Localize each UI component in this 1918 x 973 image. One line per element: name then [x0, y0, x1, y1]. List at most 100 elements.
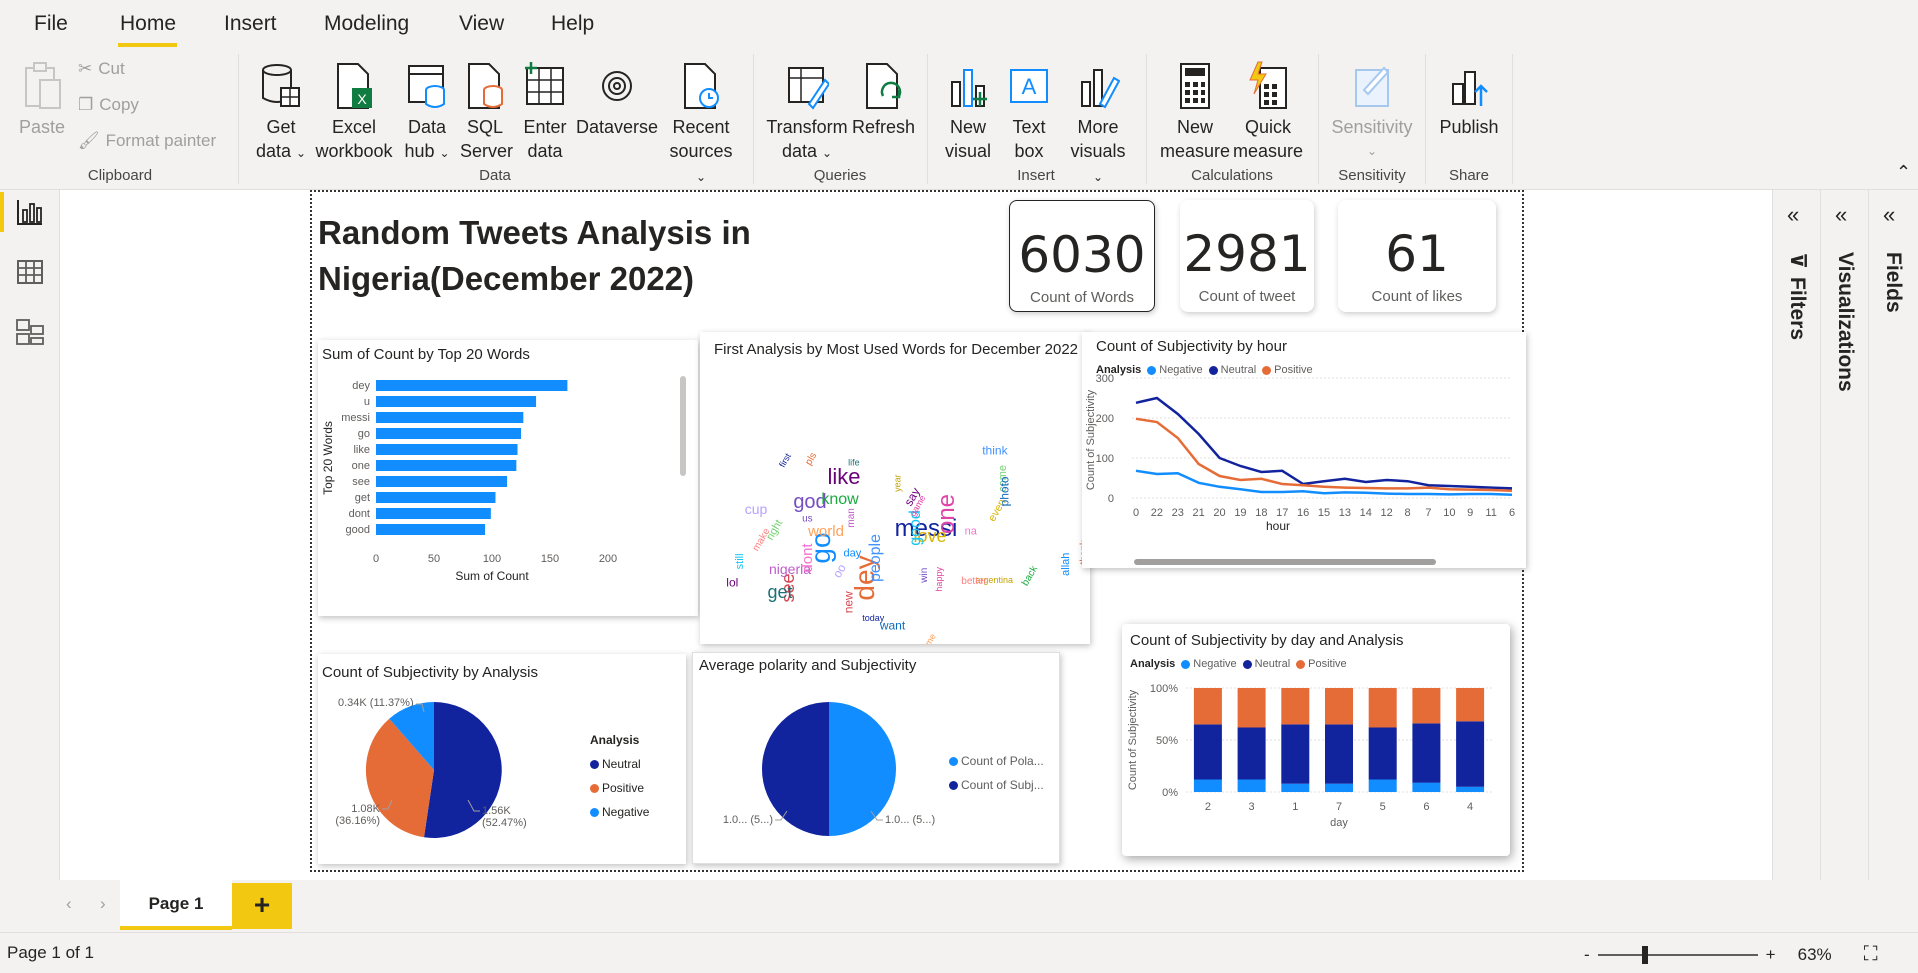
data-hub-icon	[408, 65, 445, 108]
format-painter-button[interactable]: 🖌 Format painter	[78, 131, 216, 151]
stacked-bar-segment-positive	[1456, 688, 1485, 722]
zoom-level: 63%	[1797, 944, 1832, 964]
menu-view[interactable]: View	[459, 12, 504, 36]
filters-pane[interactable]: « ⊽ Filters	[1772, 190, 1820, 880]
menu-home[interactable]: Home	[120, 12, 176, 36]
zoom-out-icon[interactable]: -	[1584, 945, 1590, 965]
quick-measure-button[interactable]: Quick measure	[1232, 60, 1304, 163]
add-page-button[interactable]: +	[232, 883, 292, 929]
sensitivity-icon	[1355, 66, 1390, 107]
publish-button[interactable]: Publish	[1436, 60, 1502, 139]
fields-label: Fields	[1882, 252, 1905, 313]
refresh-icon	[866, 63, 902, 109]
stacked-bar-segment-positive	[1281, 688, 1310, 725]
menu-modeling[interactable]: Modeling	[324, 12, 409, 36]
bar	[376, 396, 537, 407]
word-cloud-word: win	[919, 568, 930, 584]
stacked-bar-segment-negative	[1237, 779, 1266, 792]
subjectivity-by-analysis-pie[interactable]: Count of Subjectivity by Analysis 1.56K(…	[318, 654, 686, 864]
new-visual-button[interactable]: New visual	[940, 60, 996, 163]
get-data-button[interactable]: Get data ⌄	[254, 60, 308, 165]
model-view-icon[interactable]	[14, 316, 46, 348]
chart-scrollbar[interactable]	[1134, 559, 1436, 565]
card-count-likes[interactable]: 61 Count of likes	[1338, 200, 1496, 312]
sensitivity-button[interactable]: Sensitivity ⌄	[1330, 60, 1414, 163]
new-measure-label: New	[1176, 117, 1213, 137]
menu-file[interactable]: File	[34, 12, 68, 36]
tab-page-1[interactable]: Page 1	[120, 880, 232, 930]
excel-workbook-button[interactable]: X Excel workbook	[313, 60, 395, 163]
refresh-button[interactable]: Refresh	[852, 60, 915, 139]
report-page: Random Tweets Analysis in Nigeria(Decemb…	[310, 190, 1526, 872]
menu-help[interactable]: Help	[551, 12, 594, 36]
card-value: 6030	[1018, 226, 1146, 284]
card-label: Count of tweet	[1198, 288, 1296, 305]
collapse-ribbon-icon[interactable]: ⌃	[1896, 162, 1911, 183]
enter-data-button[interactable]: Enter data	[518, 60, 572, 163]
calculations-group-label: Calculations	[1191, 167, 1273, 184]
word-cloud-word: think	[982, 444, 1008, 458]
more-visuals-label: More	[1077, 117, 1119, 137]
data-hub-button[interactable]: Data hub ⌄	[400, 60, 454, 165]
legend-negative[interactable]: Negative	[590, 800, 649, 824]
bar	[376, 492, 496, 503]
transform-data-button[interactable]: Transform data ⌄	[766, 60, 848, 165]
word-cloud-svg: messideygolikeonegodloveseegetknowgoodpe…	[726, 444, 1090, 645]
transform-icon	[788, 67, 829, 110]
bar	[376, 524, 486, 535]
word-cloud-word: pls	[803, 451, 819, 468]
prev-page-icon[interactable]: ‹	[66, 894, 72, 914]
dataverse-button[interactable]: Dataverse	[576, 60, 658, 139]
cut-button[interactable]: ✂ Cut	[78, 59, 125, 79]
chart-scrollbar[interactable]	[680, 376, 686, 476]
bar-category-label: dey	[352, 380, 370, 392]
data-hub-label-2: hub	[404, 141, 435, 161]
legend-neutral[interactable]: Neutral	[590, 752, 649, 776]
sql-server-button[interactable]: SQL Server	[460, 60, 514, 163]
card-count-words[interactable]: 6030 Count of Words	[1009, 200, 1155, 312]
polarity-subjectivity-pie[interactable]: Average polarity and Subjectivity 1.0...…	[692, 652, 1060, 864]
new-measure-button[interactable]: New measure	[1160, 60, 1230, 163]
word-cloud[interactable]: First Analysis by Most Used Words for De…	[700, 332, 1090, 644]
word-cloud-word: new	[841, 591, 855, 613]
fields-pane[interactable]: « Fields	[1868, 190, 1916, 880]
insert-group-label: Insert	[1017, 167, 1055, 184]
sql-label-2: Server	[460, 141, 514, 161]
report-view-icon[interactable]	[14, 196, 46, 228]
visualizations-pane[interactable]: « Visualizations	[1820, 190, 1868, 880]
recent-sources-button[interactable]: Recent sources ⌄	[666, 60, 736, 189]
subjectivity-by-day-stacked-chart[interactable]: Count of Subjectivity by day and Analysi…	[1122, 624, 1510, 856]
copy-button[interactable]: ❐ Copy	[78, 95, 139, 115]
text-box-button[interactable]: A Text box	[1000, 60, 1058, 163]
more-visuals-button[interactable]: More visuals ⌄	[1066, 60, 1130, 189]
collapse-chevron-icon[interactable]: «	[1883, 202, 1895, 228]
x-tick-label: 2	[1205, 801, 1211, 813]
data-view-icon[interactable]	[14, 256, 46, 288]
collapse-chevron-icon[interactable]: «	[1787, 202, 1799, 228]
y-tick-label: 300	[1096, 373, 1114, 385]
x-tick-label: 23	[1172, 507, 1184, 519]
subjectivity-by-hour-line-chart[interactable]: Count of Subjectivity by hour Analysis N…	[1082, 332, 1526, 568]
menu-insert[interactable]: Insert	[224, 12, 277, 36]
top-words-bar-chart[interactable]: Sum of Count by Top 20 Words dey u messi go…	[318, 340, 698, 616]
bar-chart-svg: dey u messi go like one see get dont good 0 50 100 15…	[321, 380, 617, 583]
stacked-bar-segment-negative	[1193, 779, 1222, 792]
dataverse-label: Dataverse	[576, 117, 659, 137]
legend-polarity[interactable]: Count of Pola...	[949, 749, 1044, 773]
collapse-chevron-icon[interactable]: «	[1835, 202, 1847, 228]
filters-label: Filters	[1786, 277, 1809, 341]
more-visuals-icon	[1081, 69, 1120, 109]
zoom-slider-thumb[interactable]	[1641, 945, 1648, 964]
legend-positive[interactable]: Positive	[590, 776, 649, 800]
card-count-tweet[interactable]: 2981 Count of tweet	[1180, 200, 1314, 312]
stacked-bar-segment-positive	[1193, 688, 1222, 725]
legend-subjectivity[interactable]: Count of Subj...	[949, 773, 1044, 797]
chevron-down-icon: ⌄	[439, 146, 450, 160]
data-label: (36.16%)	[335, 815, 380, 827]
paste-button[interactable]: Paste	[14, 60, 70, 139]
fit-to-page-icon[interactable]: ⛶	[1864, 943, 1878, 966]
zoom-in-icon[interactable]: +	[1766, 945, 1776, 965]
zoom-slider[interactable]	[1597, 945, 1758, 964]
word-cloud-word: allah	[1060, 553, 1072, 576]
next-page-icon[interactable]: ›	[100, 894, 106, 914]
